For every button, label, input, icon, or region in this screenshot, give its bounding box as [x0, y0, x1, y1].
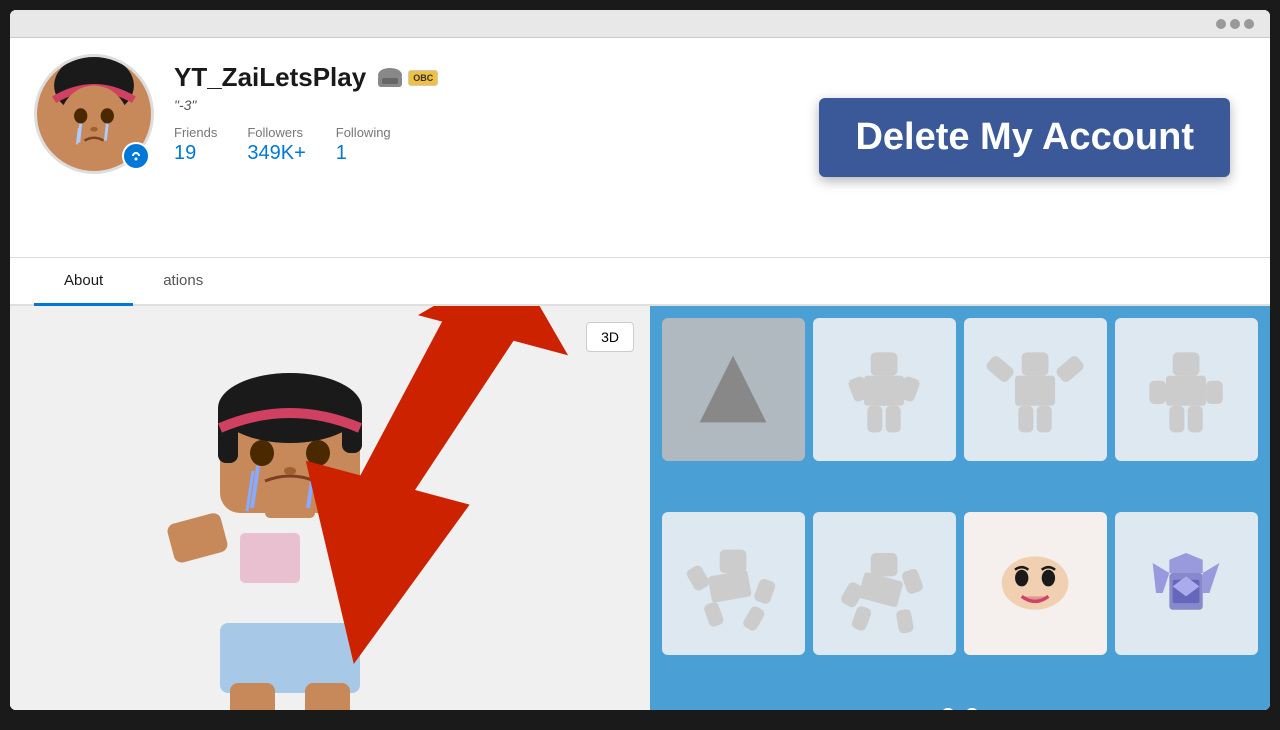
following-value: 1 — [336, 142, 347, 165]
stat-friends: Friends 19 — [174, 125, 217, 165]
avatar-badge — [122, 142, 150, 170]
friends-value: 19 — [174, 142, 196, 165]
window-controls — [1216, 19, 1254, 29]
title-bar — [10, 10, 1270, 38]
username: YT_ZaiLetsPlay — [174, 62, 366, 93]
nav-tabs: About ations — [10, 258, 1270, 306]
inventory-grid — [662, 318, 1258, 698]
inventory-item-4[interactable] — [1115, 318, 1258, 461]
window-dot-1 — [1216, 19, 1226, 29]
character-svg — [90, 313, 490, 710]
badge-icons: OBC — [376, 67, 438, 89]
pagination-dot-2[interactable] — [965, 708, 979, 710]
inventory-item-8[interactable] — [1115, 512, 1258, 655]
main-content: 3D — [10, 306, 1270, 710]
delete-banner: Delete My Account — [819, 98, 1230, 177]
tab-about[interactable]: About — [34, 258, 133, 306]
inventory-item-5[interactable] — [662, 512, 805, 655]
obc-badge: OBC — [408, 70, 438, 86]
stat-following: Following 1 — [336, 125, 391, 165]
helmet-icon — [376, 67, 404, 89]
pagination-dot-1[interactable] — [941, 708, 955, 710]
profile-header: YT_ZaiLetsPlay OBC "-3" Friends — [10, 38, 1270, 258]
following-label: Following — [336, 125, 391, 140]
pagination-dots — [662, 698, 1258, 710]
inventory-panel — [650, 306, 1270, 710]
avatar-wrapper — [34, 54, 154, 174]
friends-label: Friends — [174, 125, 217, 140]
username-row: YT_ZaiLetsPlay OBC — [174, 62, 1246, 93]
crying-avatar — [90, 313, 490, 710]
stat-followers: Followers 349K+ — [247, 125, 305, 165]
main-frame: YT_ZaiLetsPlay OBC "-3" Friends — [10, 10, 1270, 710]
window-dot-3 — [1244, 19, 1254, 29]
inventory-item-6[interactable] — [813, 512, 956, 655]
inventory-item-7[interactable] — [964, 512, 1107, 655]
followers-label: Followers — [247, 125, 303, 140]
btn-3d[interactable]: 3D — [586, 322, 634, 352]
tab-creations[interactable]: ations — [133, 258, 233, 306]
inventory-item-2[interactable] — [813, 318, 956, 461]
window-dot-2 — [1230, 19, 1240, 29]
followers-value: 349K+ — [247, 142, 305, 165]
avatar-display: 3D — [10, 306, 650, 710]
inventory-item-1[interactable] — [662, 318, 805, 461]
inventory-item-3[interactable] — [964, 318, 1107, 461]
